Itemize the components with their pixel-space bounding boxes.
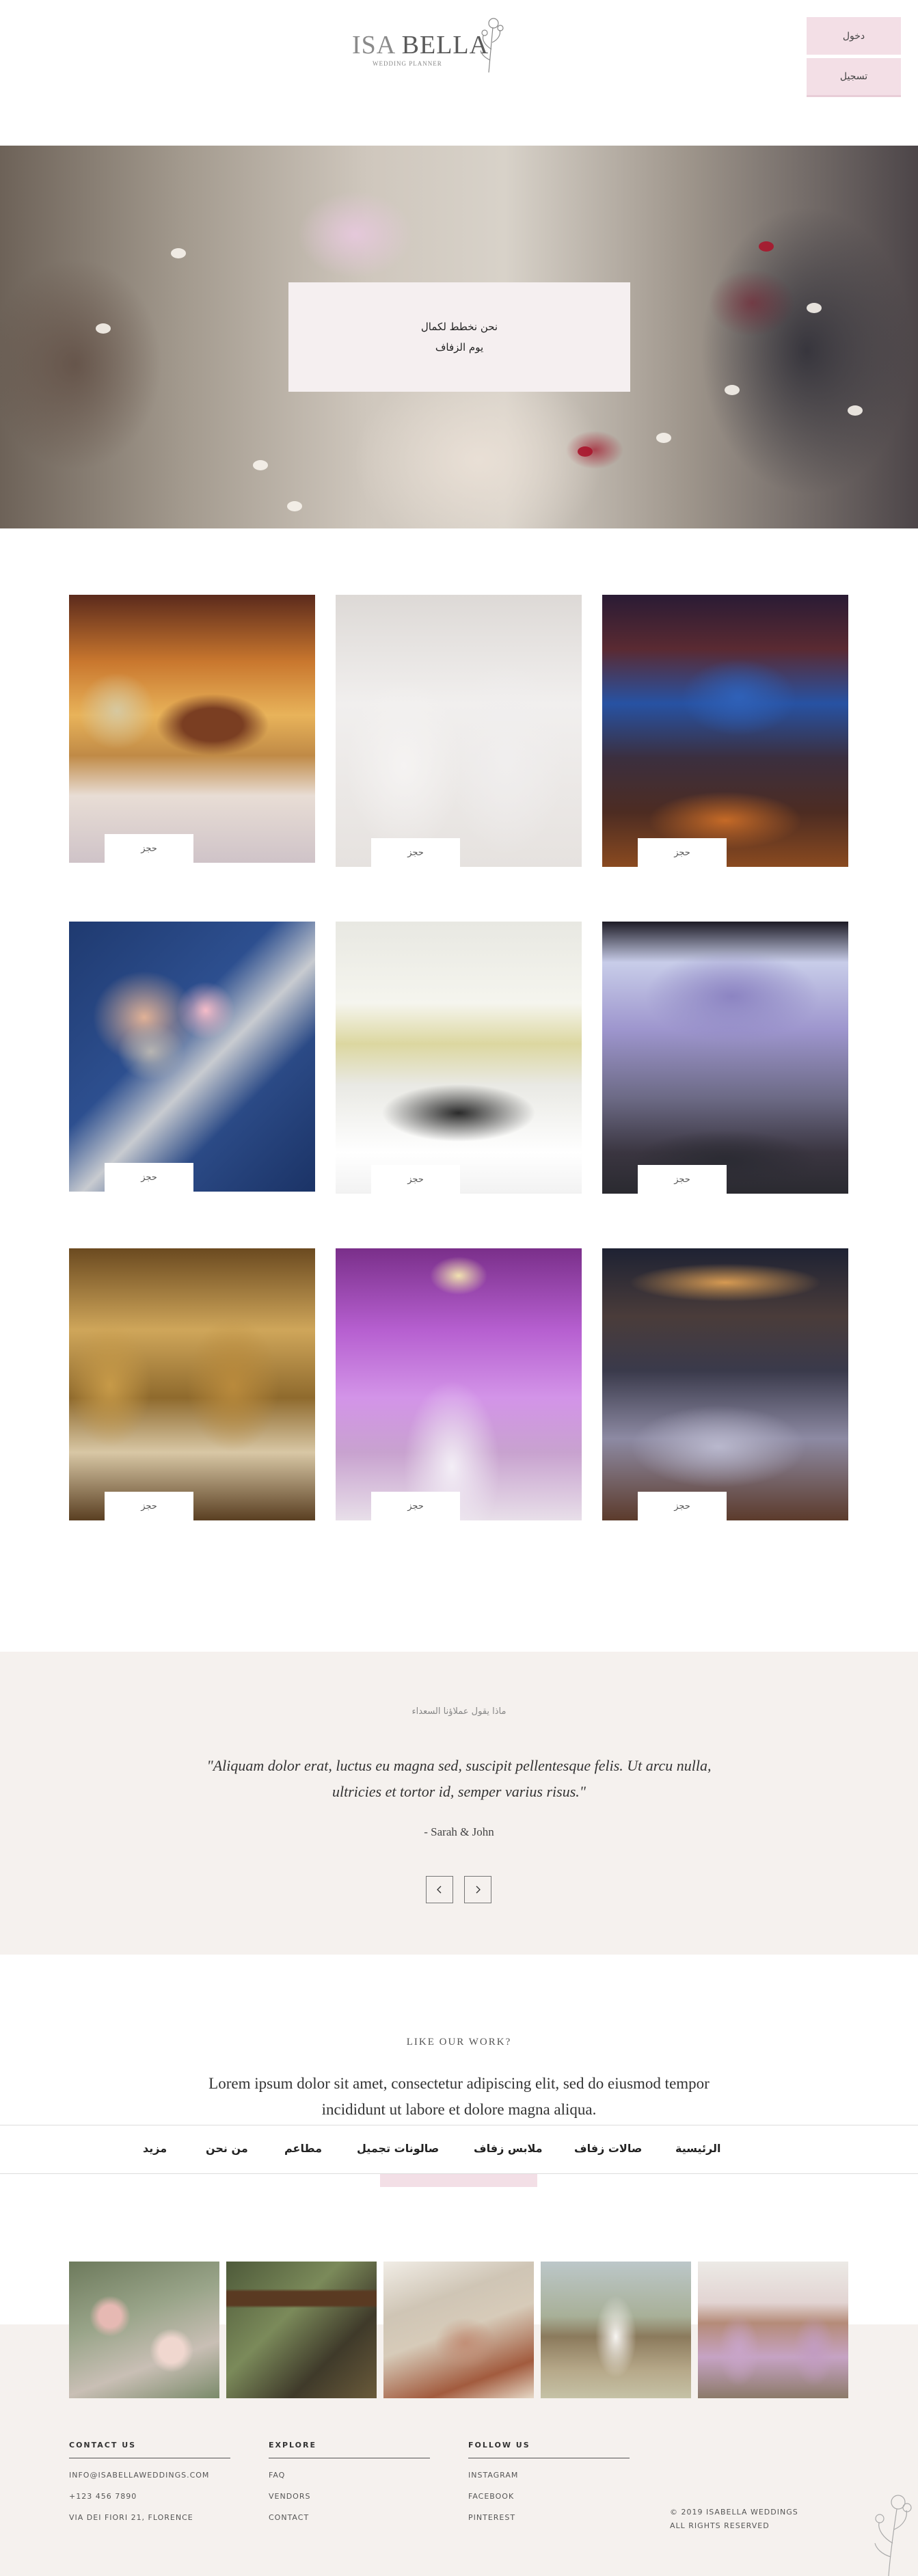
instagram-photo[interactable] [698, 2262, 848, 2398]
nav-item-more[interactable]: مزيد [143, 2142, 167, 2155]
gallery-tile-dinner[interactable]: حجز [602, 1248, 848, 1520]
book-button[interactable]: حجز [638, 1165, 727, 1194]
instagram-photo[interactable] [383, 2262, 534, 2398]
instagram-photo[interactable] [226, 2262, 377, 2398]
cta-heading: LIKE OUR WORK? [406, 2037, 512, 2048]
logo-wordmark: ISA BELLA [352, 31, 489, 59]
logo-tagline: WEDDING PLANNER [373, 60, 442, 67]
book-button[interactable]: حجز [638, 1492, 727, 1520]
login-button[interactable]: دخول [807, 17, 901, 55]
nav-item-about[interactable]: من نحن [206, 2142, 248, 2155]
book-button[interactable]: حجز [105, 834, 193, 863]
testimonial-heading: ماذا يقول عملاؤنا السعداء [411, 1706, 507, 1717]
instagram-photo[interactable] [69, 2262, 219, 2398]
footer-follow: FOLLOW US INSTAGRAM FACEBOOK PINTEREST [468, 2441, 630, 2522]
gallery-tile-jewelry[interactable]: حجز [69, 1248, 315, 1520]
footer-link-facebook[interactable]: FACEBOOK [468, 2492, 630, 2501]
gallery-tile-venue[interactable]: حجز [69, 595, 315, 863]
services-gallery: حجز حجز حجز حجز حجز حجز حجز حجز حجز [0, 528, 918, 1652]
hero-petal [253, 460, 268, 470]
hero-petal [848, 405, 863, 416]
gallery-tile-hall[interactable]: حجز [336, 1248, 582, 1520]
hero-petal [656, 433, 671, 443]
cta-button[interactable] [380, 2173, 537, 2187]
hero-petal [725, 385, 740, 395]
gallery-tile-groom[interactable]: حجز [69, 922, 315, 1192]
footer-phone[interactable]: +123 456 7890 [69, 2492, 230, 2501]
footer-explore: EXPLORE FAQ VENDORS CONTACT [269, 2441, 430, 2522]
hero-banner: نحن نخطط لكمال يوم الزفاف [0, 146, 918, 528]
instagram-photo[interactable] [541, 2262, 691, 2398]
book-button[interactable]: حجز [638, 838, 727, 867]
book-button[interactable]: حجز [371, 1165, 460, 1194]
hero-line-2: يوم الزفاف [435, 341, 484, 353]
book-button[interactable]: حجز [371, 838, 460, 867]
footer-link-instagram[interactable]: INSTAGRAM [468, 2471, 630, 2480]
testimonial-prev-button[interactable] [426, 1876, 453, 1903]
testimonial-author: - Sarah & John [424, 1825, 494, 1838]
cta-text: Lorem ipsum dolor sit amet, consectetur … [208, 2075, 710, 2118]
nav-item-restaurants[interactable]: مطاعم [284, 2142, 322, 2155]
testimonial-next-button[interactable] [464, 1876, 491, 1903]
nav-item-beauty-salons[interactable]: صالونات تجميل [357, 2142, 439, 2155]
copyright-line-2: ALL RIGHTS RESERVED [670, 2521, 770, 2530]
footer-address: VIA DEI FIORI 21, FLORENCE [69, 2513, 193, 2522]
footer-email-link[interactable]: INFO@ISABELLAWEDDINGS.COM [69, 2471, 230, 2480]
gallery-tile-salon[interactable]: حجز [336, 922, 582, 1194]
footer-contact-title: CONTACT US [69, 2441, 230, 2458]
hero-petal [578, 446, 593, 457]
gallery-tile-restaurant[interactable]: حجز [602, 595, 848, 867]
register-button[interactable]: تسجيل [807, 58, 901, 97]
hero-petal [96, 323, 111, 334]
site-logo[interactable]: ISA BELLA WEDDING PLANNER [352, 15, 506, 73]
copyright-line-1: © 2019 ISABELLA WEDDINGS [670, 2508, 798, 2517]
hero-petal [759, 241, 774, 252]
site-header: ISA BELLA WEDDING PLANNER دخول تسجيل [0, 0, 918, 146]
flower-sketch-icon [874, 2495, 912, 2576]
main-nav: الرئيسية صالات زفاف ملابس زفاف صالونات ت… [0, 2125, 918, 2174]
hero-petal [287, 501, 302, 511]
hero-petal [171, 248, 186, 258]
gallery-tile-festival[interactable]: حجز [602, 922, 848, 1194]
footer-link-contact[interactable]: CONTACT [269, 2513, 430, 2522]
footer-contact: CONTACT US INFO@ISABELLAWEDDINGS.COM +12… [69, 2441, 230, 2522]
footer-link-pinterest[interactable]: PINTEREST [468, 2513, 630, 2522]
testimonial-quote: "Aliquam dolor erat, luctus eu magna sed… [206, 1757, 712, 1800]
gallery-tile-dresses[interactable]: حجز [336, 595, 582, 867]
nav-item-home[interactable]: الرئيسية [675, 2142, 721, 2155]
book-button[interactable]: حجز [105, 1492, 193, 1520]
footer-follow-title: FOLLOW US [468, 2441, 630, 2458]
copyright: © 2019 ISABELLA WEDDINGS ALL RIGHTS RESE… [670, 2506, 798, 2533]
book-button[interactable]: حجز [371, 1492, 460, 1520]
nav-item-wedding-halls[interactable]: صالات زفاف [574, 2142, 642, 2155]
footer-link-faq[interactable]: FAQ [269, 2471, 430, 2480]
flower-sketch-icon [480, 18, 504, 73]
testimonial-section: ماذا يقول عملاؤنا السعداء "Aliquam dolor… [0, 1652, 918, 1955]
hero-petal [807, 303, 822, 313]
nav-item-wedding-dresses[interactable]: ملابس زفاف [474, 2142, 543, 2155]
footer-explore-title: EXPLORE [269, 2441, 430, 2458]
chevron-right-icon [476, 1886, 481, 1894]
chevron-left-icon [437, 1886, 442, 1894]
hero-text-card: نحن نخطط لكمال يوم الزفاف [288, 282, 630, 392]
page: ISA BELLA WEDDING PLANNER دخول تسجيل نحن… [0, 0, 918, 2576]
hero-line-1: نحن نخطط لكمال [420, 321, 498, 333]
footer-link-vendors[interactable]: VENDORS [269, 2492, 430, 2501]
book-button[interactable]: حجز [105, 1163, 193, 1192]
